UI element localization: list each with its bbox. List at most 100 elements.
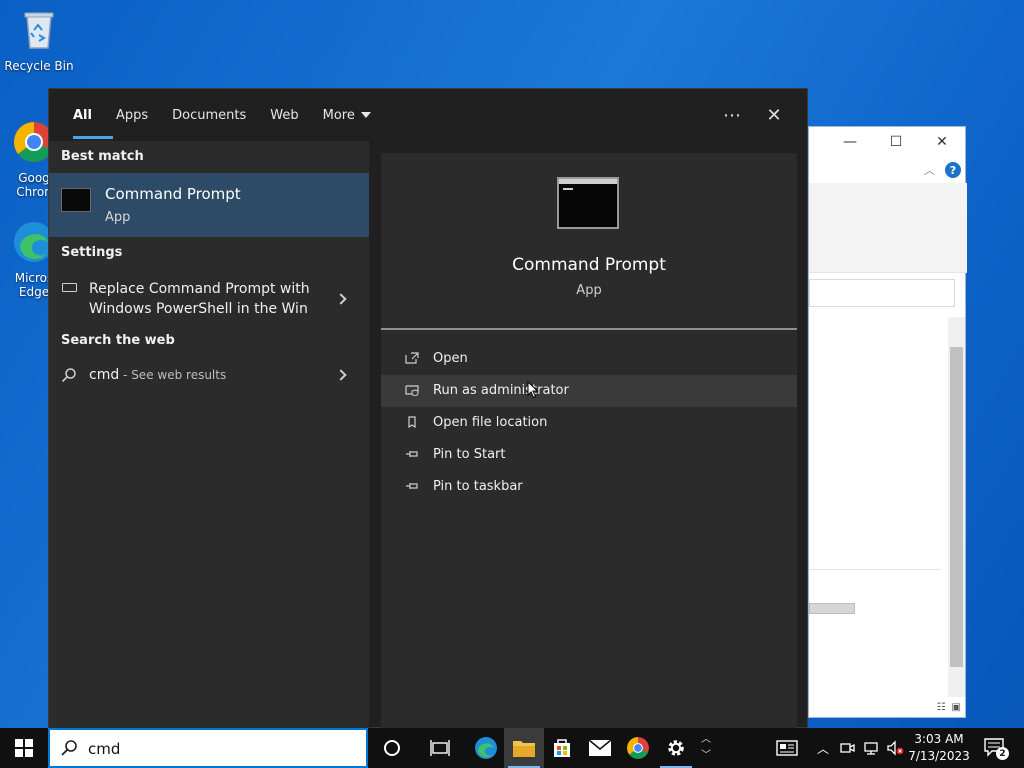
taskbar-settings[interactable] xyxy=(656,728,696,768)
taskbar: ︿ ﹀ ︿ 3:03 AM 7/13/2023 2 xyxy=(0,728,1024,768)
search-icon xyxy=(61,368,76,383)
show-hidden-icons-button[interactable]: ︿ xyxy=(812,728,834,768)
tab-documents[interactable]: Documents xyxy=(160,89,258,141)
search-tabs: All Apps Documents Web More xyxy=(49,89,809,141)
search-web-header: Search the web xyxy=(61,333,175,348)
window-titlebar: — ☐ ✕ xyxy=(809,127,965,157)
meet-now-tray[interactable] xyxy=(836,728,858,768)
command-prompt-icon xyxy=(61,188,91,212)
search-input[interactable] xyxy=(88,736,358,762)
taskbar-store[interactable] xyxy=(542,728,582,768)
address-bar[interactable] xyxy=(809,279,955,307)
network-tray[interactable] xyxy=(860,728,882,768)
web-hint: - See web results xyxy=(119,368,227,382)
desktop-icon-label: Recycle Bin xyxy=(4,59,74,73)
meet-icon xyxy=(840,743,855,753)
best-match-item[interactable]: Command Prompt App xyxy=(49,173,369,237)
best-match-subtitle: App xyxy=(105,210,131,225)
close-icon[interactable]: ✕ xyxy=(919,127,965,157)
action-open[interactable]: Open xyxy=(381,343,797,375)
gear-icon xyxy=(668,740,684,756)
action-run-as-administrator[interactable]: Run as administrator xyxy=(381,375,797,407)
taskbar-mail[interactable] xyxy=(580,728,620,768)
settings-item-label: Replace Command Prompt with Windows Powe… xyxy=(89,281,310,317)
chevron-up-icon: ︿ xyxy=(816,741,829,756)
settings-header: Settings xyxy=(61,245,123,260)
taskbar-search-box[interactable] xyxy=(48,728,368,768)
news-icon xyxy=(776,740,798,756)
desktop-icon-recycle-bin[interactable]: Recycle Bin xyxy=(1,8,77,73)
background-explorer-window[interactable]: — ☐ ✕ ︿ ? ☷ ▣ xyxy=(808,126,967,718)
search-icon xyxy=(61,740,77,756)
cortana-button[interactable] xyxy=(372,728,412,768)
ribbon-panel xyxy=(809,183,967,273)
web-result-label: cmd - See web results xyxy=(89,367,226,383)
windows-logo-icon xyxy=(15,739,33,757)
task-view-button[interactable] xyxy=(420,728,460,768)
chevron-up-icon[interactable]: ︿ xyxy=(701,735,711,745)
chevron-right-icon[interactable] xyxy=(335,369,347,381)
divider xyxy=(809,569,941,570)
minimize-icon[interactable]: — xyxy=(827,127,873,157)
chevron-up-icon[interactable]: ︿ xyxy=(924,162,935,178)
taskbar-chrome[interactable] xyxy=(618,728,658,768)
taskbar-edge[interactable] xyxy=(466,728,506,768)
folder-icon xyxy=(513,741,535,757)
tab-web[interactable]: Web xyxy=(258,89,310,141)
view-toggles: ☷ ▣ xyxy=(937,702,961,713)
taskbar-file-explorer[interactable] xyxy=(504,728,544,768)
news-widget-button[interactable] xyxy=(770,728,804,768)
ellipsis-icon[interactable]: ⋯ xyxy=(711,89,753,141)
network-icon xyxy=(864,742,878,755)
recycle-bin-icon xyxy=(24,12,54,49)
maximize-icon[interactable]: ☐ xyxy=(873,127,919,157)
web-query: cmd xyxy=(89,367,120,383)
system-clock[interactable]: 3:03 AM 7/13/2023 xyxy=(906,731,972,765)
horizontal-scrollbar[interactable] xyxy=(809,603,855,614)
pin-icon xyxy=(406,483,418,489)
ribbon-bar: ︿ ? xyxy=(809,157,965,183)
vertical-scrollbar[interactable] xyxy=(948,317,965,697)
details-view-icon[interactable]: ☷ xyxy=(937,702,946,713)
taskbar-scroll[interactable]: ︿ ﹀ xyxy=(697,728,715,768)
mail-icon xyxy=(588,739,612,756)
action-open-file-location[interactable]: Open file location xyxy=(381,407,797,439)
tab-all[interactable]: All xyxy=(61,89,113,141)
action-center-button[interactable]: 2 xyxy=(980,728,1010,768)
results-list: Best match Command Prompt App Settings R… xyxy=(49,141,369,729)
close-icon[interactable]: ✕ xyxy=(753,89,795,141)
action-pin-to-start[interactable]: Pin to Start xyxy=(381,439,797,471)
shield-icon xyxy=(405,385,419,396)
help-icon[interactable]: ? xyxy=(945,162,961,178)
file-location-icon xyxy=(408,416,416,428)
chevron-down-icon[interactable]: ﹀ xyxy=(701,751,711,761)
start-button[interactable] xyxy=(0,728,48,768)
large-icons-view-icon[interactable]: ▣ xyxy=(952,702,961,713)
open-icon xyxy=(405,352,419,364)
action-pin-to-taskbar[interactable]: Pin to taskbar xyxy=(381,471,797,503)
scrollbar-thumb[interactable] xyxy=(950,347,963,667)
edge-icon xyxy=(475,737,497,759)
panel-buttons: ⋯ ✕ xyxy=(711,89,807,141)
mouse-cursor-icon xyxy=(527,381,539,399)
volume-tray[interactable] xyxy=(884,728,906,768)
command-prompt-large-icon xyxy=(557,177,619,229)
pin-icon xyxy=(406,451,418,457)
preview-pane: Command Prompt App Open Run as administr… xyxy=(381,153,797,729)
preview-subtitle: App xyxy=(576,283,602,298)
store-icon xyxy=(554,739,570,757)
chrome-icon xyxy=(627,737,649,759)
chevron-right-icon[interactable] xyxy=(335,293,347,305)
cortana-icon xyxy=(384,740,400,756)
clock-time: 3:03 AM xyxy=(914,732,964,746)
settings-item[interactable]: Replace Command Prompt with Windows Powe… xyxy=(49,269,369,329)
preview-title: Command Prompt xyxy=(512,255,666,275)
tab-apps[interactable]: Apps xyxy=(104,89,160,141)
clock-date: 7/13/2023 xyxy=(908,749,970,763)
volume-muted-icon xyxy=(887,740,904,756)
web-result-item[interactable]: cmd - See web results xyxy=(49,359,369,393)
tab-more[interactable]: More xyxy=(311,89,383,141)
task-view-icon xyxy=(430,740,450,756)
notification-count-badge: 2 xyxy=(996,747,1009,760)
best-match-header: Best match xyxy=(61,149,144,164)
